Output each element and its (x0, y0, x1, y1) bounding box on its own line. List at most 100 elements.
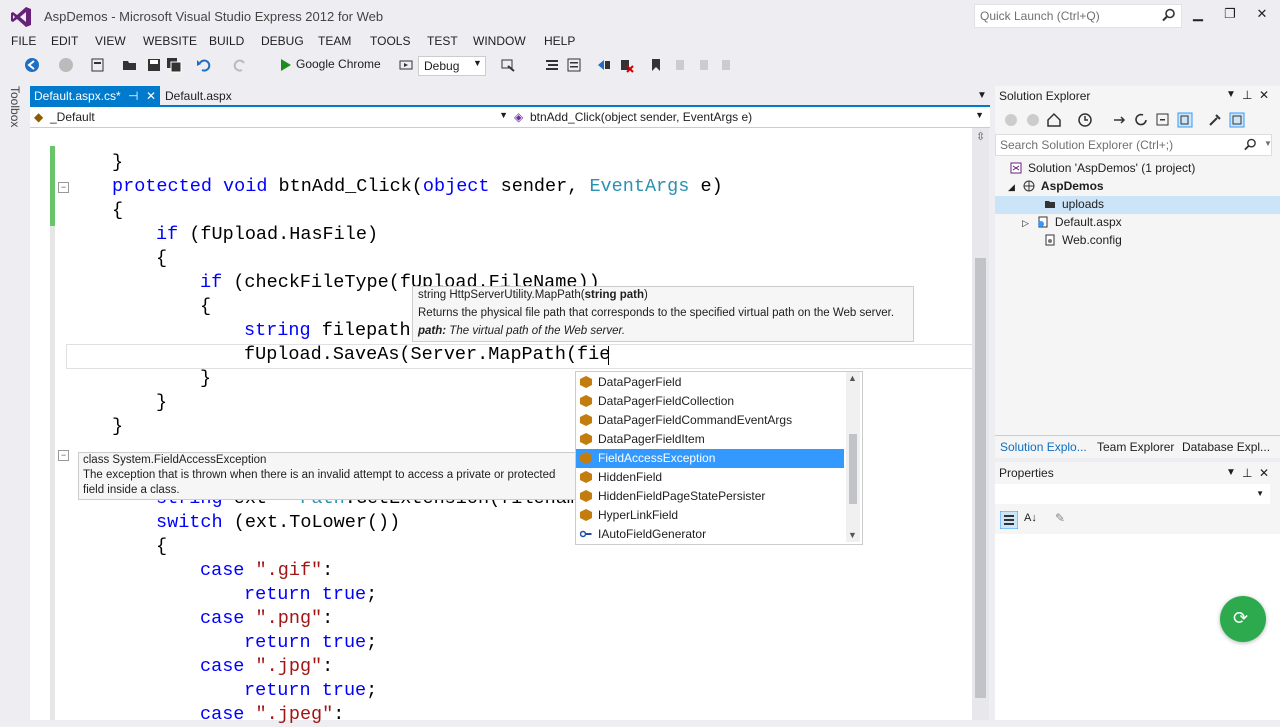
menu-edit[interactable]: EDIT (51, 34, 78, 48)
pin-icon[interactable]: ⊥ (1242, 88, 1252, 102)
solution-explorer-search-input[interactable]: Search Solution Explorer (Ctrl+;) ▼ (995, 134, 1272, 156)
start-browser-label[interactable]: Google Chrome (296, 57, 381, 71)
member-dropdown[interactable]: ◈ btnAdd_Click(object sender, EventArgs … (512, 110, 984, 124)
toolbox-tab[interactable]: Toolbox (8, 86, 22, 127)
minimize-button[interactable]: ▁ (1188, 6, 1208, 24)
open-file-icon[interactable] (122, 57, 138, 73)
menu-build[interactable]: BUILD (209, 34, 244, 48)
bookmark-prev-icon[interactable] (596, 57, 612, 73)
pin-icon[interactable]: ⊣ (128, 89, 138, 103)
forward-icon[interactable] (58, 57, 74, 73)
tree-item-web-config[interactable]: Web.config (1044, 233, 1122, 251)
menu-tools[interactable]: TOOLS (370, 34, 410, 48)
expanded-arrow-icon[interactable]: ◢ (1008, 182, 1015, 192)
scroll-up-icon[interactable]: ▲ (848, 373, 857, 383)
quick-launch-input[interactable]: Quick Launch (Ctrl+Q) (974, 4, 1182, 28)
collapse-icon[interactable]: − (58, 182, 69, 193)
save-icon[interactable] (146, 57, 162, 73)
refresh-icon[interactable] (1133, 112, 1149, 128)
recorder-button[interactable]: ⟳ (1220, 596, 1266, 642)
completion-label: HiddenFieldPageStatePersister (598, 489, 766, 503)
tab-dropdown-icon[interactable]: ▼ (977, 90, 987, 101)
tab-default-aspx[interactable]: Default.aspx (165, 89, 232, 103)
properties-object-select[interactable]: ▼ (995, 484, 1270, 504)
tree-item-default-aspx[interactable]: ▷ Default.aspx (1022, 215, 1122, 233)
completion-item[interactable]: HiddenFieldPageStatePersister (576, 487, 844, 506)
menu-team[interactable]: TEAM (318, 34, 351, 48)
panel-dropdown-icon[interactable]: ▼ (1226, 467, 1236, 478)
param-line: path: The virtual path of the Web server… (418, 325, 625, 337)
preview-icon[interactable] (1229, 112, 1245, 128)
tree-item-solution[interactable]: Solution 'AspDemos' (1 project) (1010, 161, 1195, 179)
menu-help[interactable]: HELP (544, 34, 575, 48)
completion-scrollbar-thumb[interactable] (849, 434, 857, 504)
show-all-files-icon[interactable] (1177, 112, 1193, 128)
code-line: } (112, 152, 124, 173)
collapsed-arrow-icon[interactable]: ▷ (1022, 218, 1029, 228)
menu-window[interactable]: WINDOW (473, 34, 526, 48)
collapse-icon[interactable]: − (58, 450, 69, 461)
forward-icon[interactable] (1025, 112, 1041, 128)
code-token: true (321, 680, 367, 701)
history-icon[interactable] (1077, 112, 1093, 128)
solution-configuration-select[interactable]: Debug ▼ (418, 56, 486, 76)
home-icon[interactable] (1046, 112, 1062, 128)
code-line: return true; (244, 584, 378, 605)
scroll-down-icon[interactable]: ▼ (848, 530, 857, 540)
completion-item[interactable]: IAutoFieldGenerator (576, 525, 844, 544)
tab-solution-explorer[interactable]: Solution Explo... (1000, 440, 1087, 454)
back-icon[interactable] (1003, 112, 1019, 128)
new-project-icon[interactable] (90, 57, 106, 73)
comment-icon[interactable] (566, 57, 582, 73)
start-debugging-icon[interactable] (278, 57, 294, 73)
close-icon[interactable]: ✕ (146, 89, 156, 103)
menu-debug[interactable]: DEBUG (261, 34, 304, 48)
menu-file[interactable]: FILE (11, 34, 36, 48)
close-icon[interactable]: ✕ (1259, 88, 1269, 102)
tree-item-project[interactable]: ◢ AspDemos (1008, 179, 1104, 197)
intellisense-completion-list[interactable]: DataPagerField DataPagerFieldCollection … (575, 371, 863, 545)
property-pages-icon[interactable]: ✎ (1055, 511, 1065, 525)
categorized-icon[interactable] (1000, 511, 1018, 529)
pin-icon[interactable]: ⊥ (1242, 466, 1252, 480)
collapse-all-icon[interactable] (1155, 112, 1171, 128)
panel-dropdown-icon[interactable]: ▼ (1226, 89, 1236, 100)
menu-view[interactable]: VIEW (95, 34, 126, 48)
completion-item[interactable]: DataPagerField (576, 373, 844, 392)
type-dropdown[interactable]: ◆ _Default ▼ (32, 110, 508, 124)
completion-label: FieldAccessException (598, 451, 716, 465)
tree-item-uploads[interactable]: uploads (1044, 197, 1104, 215)
tab-team-explorer[interactable]: Team Explorer (1097, 440, 1174, 454)
tab-database-explorer[interactable]: Database Expl... (1182, 440, 1270, 454)
completion-item[interactable]: HyperLinkField (576, 506, 844, 525)
class-icon (580, 452, 592, 464)
completion-item[interactable]: DataPagerFieldCollection (576, 392, 844, 411)
completion-item-selected[interactable]: FieldAccessException (576, 449, 844, 468)
browser-link-icon[interactable] (398, 57, 414, 73)
completion-item[interactable]: DataPagerFieldItem (576, 430, 844, 449)
type-value: _Default (50, 110, 95, 124)
save-all-icon[interactable] (166, 57, 182, 73)
undo-icon[interactable] (196, 57, 212, 73)
tab-default-aspx-cs[interactable]: Default.aspx.cs* ⊣ ✕ (30, 86, 160, 106)
properties-icon[interactable] (1207, 112, 1223, 128)
completion-item[interactable]: HiddenField (576, 468, 844, 487)
completion-item[interactable]: DataPagerFieldCommandEventArgs (576, 411, 844, 430)
sync-icon[interactable] (1111, 112, 1127, 128)
alphabetical-icon[interactable]: A↓ (1024, 512, 1037, 524)
editor-scrollbar-thumb[interactable] (975, 258, 986, 698)
split-icon[interactable]: ⇳ (976, 130, 985, 143)
back-icon[interactable] (24, 57, 40, 73)
maximize-button[interactable]: ❐ (1220, 6, 1240, 24)
chevron-down-icon[interactable]: ▼ (1264, 139, 1272, 148)
close-button[interactable]: ✕ (1252, 6, 1272, 24)
attach-process-icon[interactable] (500, 57, 516, 73)
bookmark-icon[interactable] (648, 57, 664, 73)
interface-icon (580, 530, 592, 538)
menu-test[interactable]: TEST (427, 34, 458, 48)
close-icon[interactable]: ✕ (1259, 466, 1269, 480)
bookmark-clear-icon[interactable] (618, 57, 634, 73)
redo-icon[interactable] (232, 57, 248, 73)
menu-website[interactable]: WEBSITE (143, 34, 197, 48)
format-icon[interactable] (544, 57, 560, 73)
